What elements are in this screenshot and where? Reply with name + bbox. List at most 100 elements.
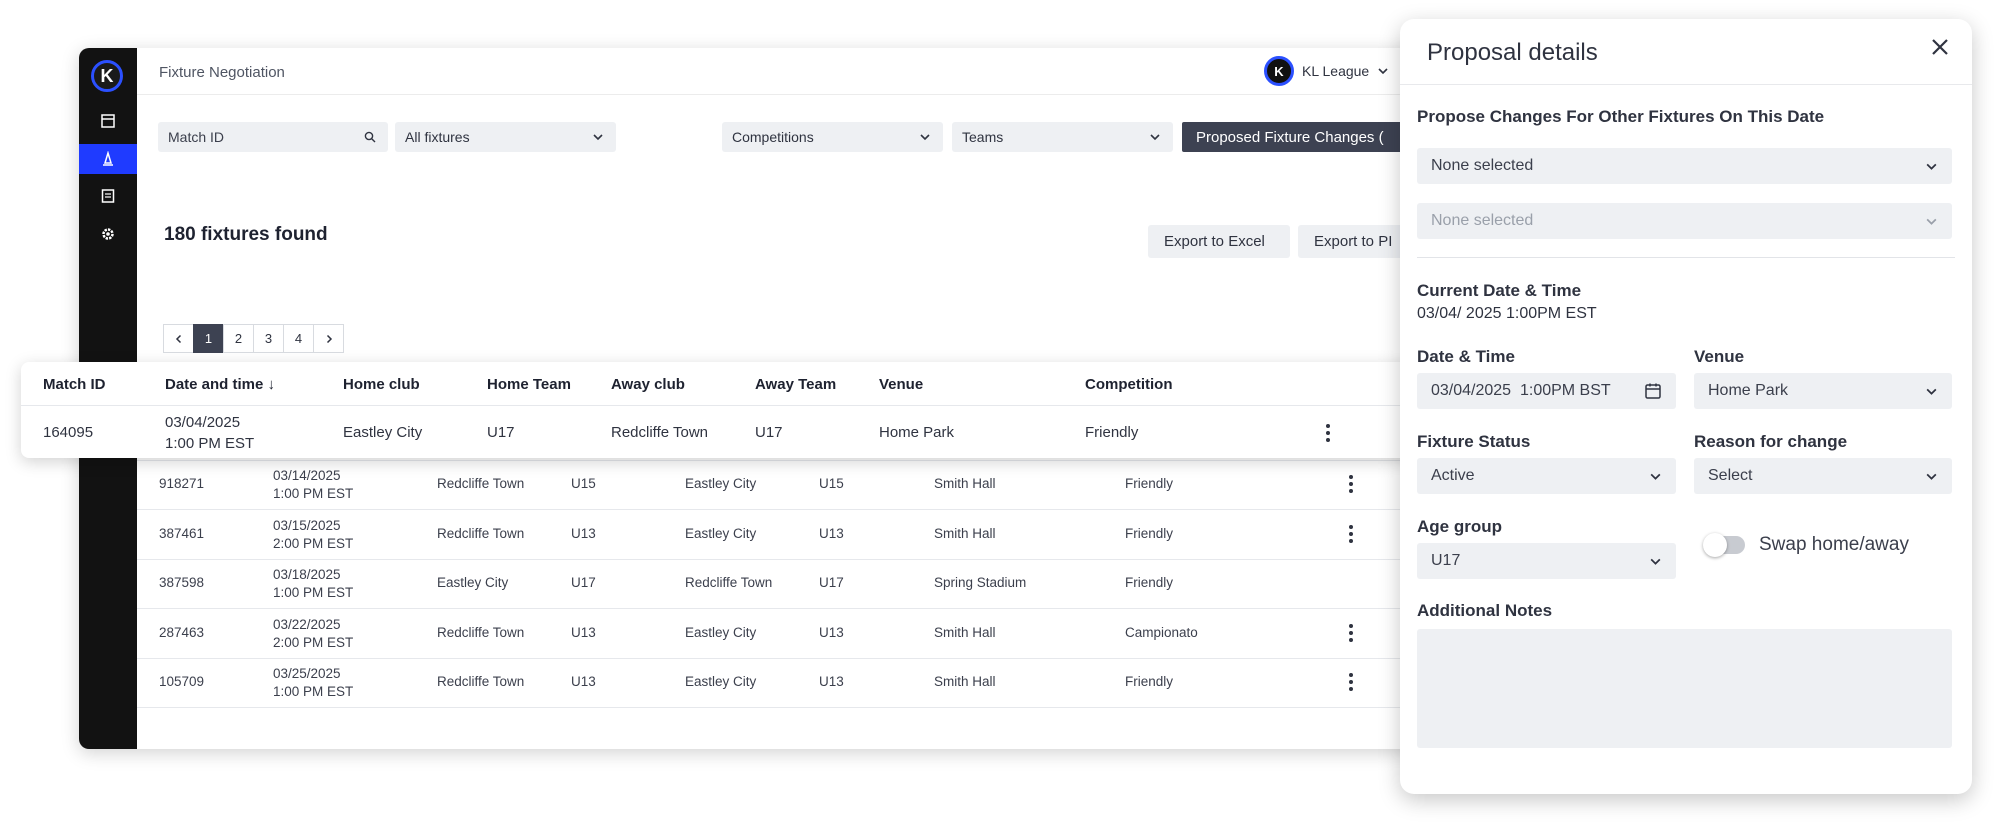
propose-fixtures-select-1[interactable]: None selected: [1417, 148, 1952, 184]
fixtures-count: 180 fixtures found: [164, 224, 328, 245]
reason-select[interactable]: Select: [1694, 458, 1952, 494]
export-excel-button[interactable]: Export to Excel: [1148, 225, 1290, 258]
cell-date-time: 03/22/2025 2:00 PM EST: [273, 616, 353, 652]
additional-notes-label: Additional Notes: [1417, 601, 1553, 620]
cell-date: 03/22/2025: [273, 617, 341, 632]
chevron-left-icon: [175, 334, 181, 343]
venue-select[interactable]: Home Park: [1694, 373, 1952, 409]
chevron-down-icon: [1926, 388, 1937, 395]
pagination: 1 2 3 4: [163, 324, 344, 353]
row-menu-icon[interactable]: [1349, 624, 1353, 644]
page-button-3[interactable]: 3: [253, 324, 284, 353]
cell-competition: Friendly: [1125, 575, 1174, 590]
table-row[interactable]: 105709 Redcliffe Town U13 Eastley City U13 Sm…: [137, 659, 1519, 708]
chevron-down-icon: [1378, 68, 1388, 75]
cell-away-club: Redcliffe Town: [611, 424, 709, 441]
cell-competition: Friendly: [1085, 424, 1139, 441]
chevron-down-icon: [920, 134, 930, 141]
competitions-label: Competitions: [732, 129, 814, 145]
table-row[interactable]: 387598 Eastley City U17 Redcliffe Town U17 Sp…: [137, 560, 1519, 609]
cell-competition: Friendly: [1125, 526, 1174, 541]
sidebar-item-settings[interactable]: [79, 219, 137, 249]
panel-header-divider: [1400, 84, 1972, 85]
datetime-input[interactable]: 03/04/2025 1:00PM BST: [1417, 373, 1676, 409]
fixture-status-label: Fixture Status: [1417, 432, 1531, 451]
search-icon: [364, 131, 376, 143]
cell-date-time: 03/25/2025 1:00 PM EST: [273, 665, 353, 701]
cell-competition: Friendly: [1125, 674, 1174, 689]
page-button-4[interactable]: 4: [283, 324, 314, 353]
column-header-date-time[interactable]: Date and time ↓: [165, 376, 275, 393]
document-icon: [101, 189, 115, 203]
cell-home-team: U17: [571, 575, 596, 590]
teams-select[interactable]: Teams: [952, 122, 1173, 152]
page-title: Fixture Negotiation: [159, 64, 285, 81]
cell-date-time: 03/14/2025 1:00 PM EST: [273, 467, 353, 503]
cell-time: 1:00 PM EST: [273, 684, 354, 699]
highlighted-fixture-card[interactable]: Match ID Date and time ↓ Home club Home …: [21, 362, 1461, 458]
page-next-button[interactable]: [313, 324, 344, 353]
logo-letter: K: [100, 65, 114, 86]
teams-label: Teams: [962, 129, 1004, 145]
column-header-date-time-label: Date and time: [165, 376, 264, 393]
column-header-away-club[interactable]: Away club: [611, 376, 685, 393]
fixture-status-value: Active: [1431, 467, 1475, 484]
page-button-2[interactable]: 2: [223, 324, 254, 353]
cell-match-id: 287463: [159, 625, 205, 640]
column-header-competition[interactable]: Competition: [1085, 376, 1173, 393]
chevron-down-icon: [593, 134, 603, 141]
age-group-select[interactable]: U17: [1417, 543, 1676, 579]
close-icon[interactable]: [1928, 35, 1952, 59]
page-button-1[interactable]: 1: [193, 324, 224, 353]
row-menu-icon[interactable]: [1349, 475, 1353, 495]
chevron-down-icon: [1650, 473, 1661, 480]
cell-time: 1:00 PM EST: [165, 435, 255, 452]
cell-venue: Smith Hall: [934, 476, 996, 491]
match-id-search[interactable]: Match ID: [158, 122, 388, 152]
page-prev-button[interactable]: [163, 324, 194, 353]
column-header-venue[interactable]: Venue: [879, 376, 923, 393]
table-row[interactable]: 918271 Redcliffe Town U15 Eastley City U15 Sm…: [137, 461, 1519, 510]
additional-notes-textarea[interactable]: [1417, 629, 1952, 748]
row-menu-icon[interactable]: [1349, 525, 1353, 545]
topbar-divider: [137, 94, 1519, 95]
cell-away-team: U13: [819, 526, 844, 541]
cell-date: 03/14/2025: [273, 468, 341, 483]
app-logo[interactable]: K: [91, 60, 123, 92]
column-header-home-team[interactable]: Home Team: [487, 376, 571, 393]
cell-away-club: Eastley City: [685, 476, 757, 491]
org-switcher[interactable]: K KL League: [1264, 56, 1389, 86]
all-fixtures-select[interactable]: All fixtures: [395, 122, 616, 152]
propose-select-2-value: None selected: [1431, 212, 1534, 229]
column-header-match-id[interactable]: Match ID: [43, 376, 106, 393]
proposed-fixture-changes-button[interactable]: Proposed Fixture Changes (: [1182, 122, 1412, 152]
cell-match-id: 164095: [43, 424, 94, 441]
fixture-status-select[interactable]: Active: [1417, 458, 1676, 494]
swap-toggle-switch[interactable]: [1703, 533, 1745, 557]
row-menu-icon[interactable]: [1349, 673, 1353, 693]
cell-time: 2:00 PM EST: [273, 536, 354, 551]
cell-time: 2:00 PM EST: [273, 635, 354, 650]
cell-venue: Home Park: [879, 424, 955, 441]
cell-home-club: Redcliffe Town: [437, 526, 525, 541]
column-header-away-team[interactable]: Away Team: [755, 376, 836, 393]
swap-home-away[interactable]: Swap home/away: [1703, 533, 1909, 557]
table-row[interactable]: 287463 Redcliffe Town U13 Eastley City U13 Sm…: [137, 610, 1519, 659]
cell-venue: Smith Hall: [934, 625, 996, 640]
cell-home-club: Redcliffe Town: [437, 625, 525, 640]
swap-label: Swap home/away: [1759, 534, 1909, 555]
cell-match-id: 918271: [159, 476, 205, 491]
row-menu-icon[interactable]: [1326, 424, 1330, 444]
table-row[interactable]: 387461 Redcliffe Town U13 Eastley City U13 Sm…: [137, 511, 1519, 560]
propose-fixtures-select-2[interactable]: None selected: [1417, 203, 1952, 239]
cell-away-club: Redcliffe Town: [685, 575, 773, 590]
column-header-home-club[interactable]: Home club: [343, 376, 420, 393]
sidebar-item-fixtures[interactable]: [79, 144, 137, 174]
chevron-right-icon: [326, 334, 332, 343]
cell-home-team: U15: [571, 476, 596, 491]
cell-away-team: U13: [819, 674, 844, 689]
sidebar-item-dashboard[interactable]: [79, 106, 137, 136]
competitions-select[interactable]: Competitions: [722, 122, 943, 152]
propose-select-1-value: None selected: [1431, 157, 1534, 174]
sidebar-item-reports[interactable]: [79, 181, 137, 211]
